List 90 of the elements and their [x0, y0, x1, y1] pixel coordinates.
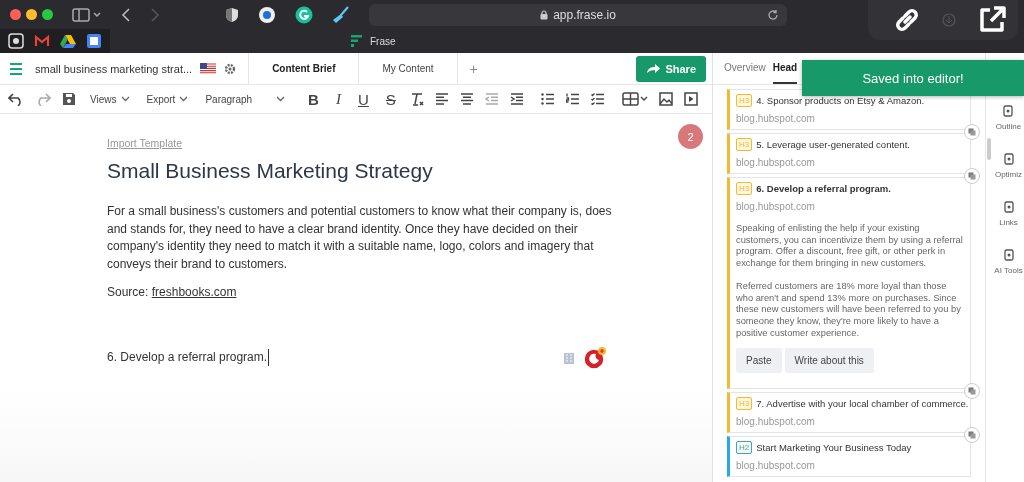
share-button[interactable]: Share: [636, 55, 706, 82]
heading-title: 4. Sponsor products on Etsy & Amazon.: [756, 95, 925, 106]
copy-icon[interactable]: [964, 168, 980, 184]
source-domain: blog.hubspot.com: [736, 416, 816, 428]
caret-icon: [120, 96, 130, 102]
table-icon[interactable]: [621, 92, 648, 106]
format-button[interactable]: U: [354, 90, 372, 108]
heading-card[interactable]: H3 7. Advertise with your local chamber of commerce. blog.hubspot.com: [727, 392, 971, 434]
undo-icon[interactable]: [8, 92, 24, 106]
numbered-list-icon[interactable]: [565, 93, 580, 105]
dropdown[interactable]: Export: [143, 93, 192, 105]
heading-title: 5. Leverage user-generated content.: [756, 139, 910, 150]
heading-level-tag: H3: [736, 94, 753, 107]
grammarly-icon[interactable]: [295, 5, 313, 24]
source-domain: blog.hubspot.com: [736, 113, 816, 124]
clear-format-icon[interactable]: [409, 92, 424, 106]
extension-icon[interactable]: [258, 5, 276, 24]
bullet-list-icon[interactable]: [540, 93, 555, 105]
frase-logo-icon: [350, 34, 364, 48]
video-icon[interactable]: [683, 92, 698, 106]
address-bar[interactable]: app.frase.io: [369, 3, 787, 26]
source-domain: blog.hubspot.com: [736, 157, 816, 168]
heading-level-tag: H3: [736, 397, 753, 411]
indent-icon[interactable]: [509, 93, 524, 105]
sidebar-icon[interactable]: [72, 7, 102, 22]
format-button[interactable]: S: [382, 90, 399, 108]
paragraph: For a small business's customers and potential customers to know what their company is, does and stands for, they need to have a clear brand identity. Once they have decided on their company's identity they need to match it with a suitable name, logo, colors and imagery that conveys their brand to customers.: [107, 203, 613, 273]
heading-level-tag: H3: [736, 182, 753, 195]
tool-icon: [1003, 153, 1014, 165]
zoom-window-button[interactable]: [42, 9, 53, 20]
heading-card[interactable]: [727, 177, 971, 390]
bookmark-icon[interactable]: [8, 33, 24, 49]
document-title[interactable]: small business marketing strat...: [35, 62, 193, 75]
copy-icon[interactable]: [964, 427, 980, 444]
card-action-button[interactable]: Write about this: [784, 348, 874, 374]
menu-icon[interactable]: [9, 62, 23, 75]
caret-icon: [179, 96, 189, 102]
align-left-icon[interactable]: [434, 93, 449, 105]
drive-icon[interactable]: [60, 33, 76, 49]
heading-card[interactable]: H3 5. Leverage user-generated content. blog.hubspot.com: [727, 133, 971, 174]
settings-icon[interactable]: [224, 62, 237, 75]
heading-title: 7. Advertise with your local chamber of commerce.: [756, 398, 969, 410]
tool-icon: [1003, 249, 1014, 261]
assistant-icon[interactable]: [583, 345, 607, 370]
align-center-icon[interactable]: [459, 93, 474, 105]
sidebar-tool[interactable]: AI Tools: [994, 249, 1023, 275]
back-icon[interactable]: [121, 7, 131, 22]
copy-icon[interactable]: [964, 124, 980, 140]
reload-icon[interactable]: [767, 8, 779, 21]
copy-icon[interactable]: [964, 383, 980, 400]
tab-title[interactable]: Frase: [370, 35, 396, 47]
toast-notification: Saved into editor!: [802, 60, 1024, 96]
heading-card[interactable]: H2 Start Marketing Your Business Today blog.hubspot.com: [727, 436, 971, 478]
lock-icon: [540, 9, 549, 20]
broom-icon[interactable]: [332, 5, 350, 24]
image-icon[interactable]: [658, 92, 673, 106]
heading-level-tag: H2: [736, 441, 753, 455]
sidebar-tool[interactable]: Links: [999, 201, 1018, 227]
caret-icon: [276, 96, 286, 102]
document-heading: Small Business Marketing Strategy: [107, 159, 434, 183]
excerpt-paragraph: Speaking of enlisting the help if your existing customers, you can incentivize them by using a referral program. Offer a discount, free gift, or other perk in exchange for them bringing in new customers.: [736, 223, 963, 270]
calendar-icon[interactable]: [86, 33, 102, 49]
tool-icon: [1003, 201, 1014, 213]
share-icon: [646, 63, 661, 74]
close-window-button[interactable]: [10, 9, 21, 20]
shield-icon[interactable]: [225, 6, 239, 23]
checklist-icon[interactable]: [590, 93, 605, 105]
source-domain: blog.hubspot.com: [736, 201, 816, 212]
excerpt-paragraph: Referred customers are 18% more loyal than those who aren't and spend 13% more on purchases. Since these new customers will have been referred to you by someone they know, they're more likely to have a positive customer experience.: [736, 280, 962, 340]
heading-title: 6. Develop a referral program.: [756, 183, 891, 194]
format-button[interactable]: B: [305, 90, 322, 108]
source-link[interactable]: freshbooks.com: [151, 285, 237, 299]
source-label: Source:: [107, 285, 149, 299]
dropdown[interactable]: Paragraph: [202, 93, 289, 105]
tab[interactable]: Overview: [724, 53, 766, 84]
minimize-window-button[interactable]: [26, 9, 37, 20]
tool-icon: [1003, 105, 1014, 117]
flag-icon[interactable]: [200, 63, 217, 74]
text-line: 6. Develop a referral program.: [107, 348, 270, 367]
save-icon[interactable]: [62, 92, 76, 106]
heading-level-tag: H3: [736, 138, 753, 151]
gmail-icon[interactable]: [34, 33, 50, 49]
source-domain: blog.hubspot.com: [736, 460, 816, 472]
tab[interactable]: Head: [772, 53, 798, 84]
card-action-button[interactable]: Paste: [736, 348, 782, 374]
sidebar-tool[interactable]: Optimiz: [994, 153, 1023, 179]
format-button[interactable]: I: [332, 90, 344, 108]
sidebar-tool[interactable]: Outline: [995, 105, 1022, 131]
dropdown[interactable]: Views: [87, 93, 133, 105]
heading-title: Start Marketing Your Business Today: [756, 442, 912, 454]
